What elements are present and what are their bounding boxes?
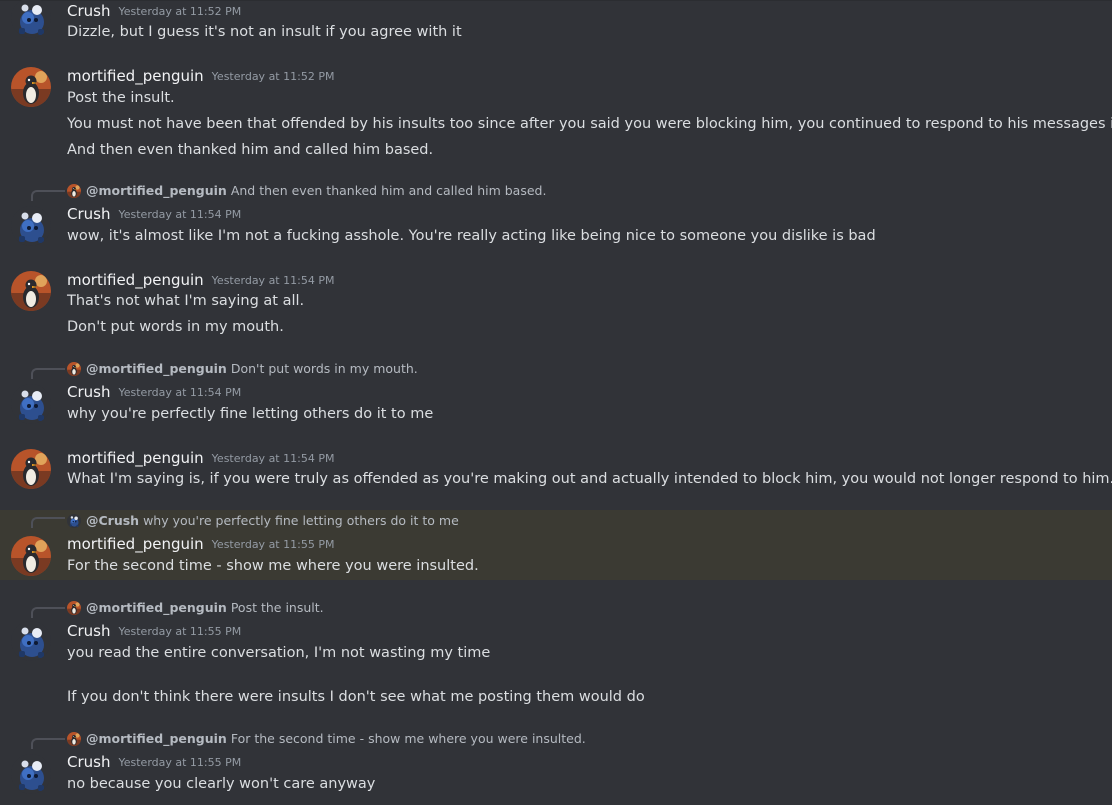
penguin-avatar[interactable] (11, 536, 51, 576)
author-name[interactable]: mortified_penguin (67, 271, 204, 289)
reply-author[interactable]: @mortified_penguin (86, 731, 227, 746)
message-text: That's not what I'm saying at all. (67, 293, 305, 309)
message-text: why you're perfectly fine letting others… (67, 406, 434, 422)
crush-avatar[interactable] (11, 0, 51, 38)
author-name[interactable]: Crush (67, 2, 110, 20)
message-text: And then even thanked him and called him… (67, 142, 434, 158)
chat-log: Crush Yesterday at 11:52 PM Dizzle, but … (0, 0, 1112, 805)
reply-avatar (67, 514, 81, 528)
timestamp: Yesterday at 11:55 PM (118, 756, 242, 769)
reply-avatar (67, 601, 81, 615)
author-name[interactable]: Crush (67, 622, 110, 640)
reply-spine (31, 607, 65, 618)
reply-spine (31, 368, 65, 379)
message[interactable]: @mortified_penguin And then even thanked… (0, 180, 1112, 250)
timestamp: Yesterday at 11:52 PM (211, 70, 335, 83)
reply-author[interactable]: @Crush (86, 513, 139, 528)
message-text: no because you clearly won't care anyway (67, 776, 376, 792)
crush-avatar[interactable] (11, 206, 51, 246)
author-name[interactable]: Crush (67, 383, 110, 401)
reply-text: For the second time - show me where you … (230, 731, 586, 746)
message-text: What I'm saying is, if you were truly as… (67, 471, 1112, 487)
reply-preview[interactable]: @mortified_penguin For the second time -… (67, 731, 586, 747)
crush-avatar[interactable] (11, 754, 51, 794)
message-text: wow, it's almost like I'm not a fucking … (67, 228, 876, 244)
reply-spine (31, 738, 65, 749)
timestamp: Yesterday at 11:55 PM (211, 538, 335, 551)
reply-spine (31, 190, 65, 201)
message-text: Post the insult. (67, 90, 175, 106)
message[interactable]: @mortified_penguin For the second time -… (0, 728, 1112, 805)
timestamp: Yesterday at 11:52 PM (118, 5, 242, 18)
reply-author[interactable]: @mortified_penguin (86, 600, 227, 615)
reply-preview[interactable]: @Crush why you're perfectly fine letting… (67, 513, 459, 529)
message[interactable]: mortified_penguin Yesterday at 11:54 PM … (0, 442, 1112, 502)
penguin-avatar[interactable] (11, 271, 51, 311)
message-text: Dizzle, but I guess it's not an insult i… (67, 24, 462, 40)
timestamp: Yesterday at 11:54 PM (118, 208, 242, 221)
message-highlighted[interactable]: @Crush why you're perfectly fine letting… (0, 510, 1112, 580)
crush-avatar[interactable] (11, 384, 51, 424)
reply-text: Post the insult. (230, 600, 324, 615)
reply-preview[interactable]: @mortified_penguin Don't put words in my… (67, 361, 418, 377)
message[interactable]: @mortified_penguin Don't put words in my… (0, 358, 1112, 428)
timestamp: Yesterday at 11:54 PM (211, 452, 335, 465)
author-name[interactable]: mortified_penguin (67, 67, 204, 85)
message-text: If you don't think there were insults I … (67, 689, 645, 705)
author-name[interactable]: Crush (67, 753, 110, 771)
message[interactable]: Crush Yesterday at 11:52 PM Dizzle, but … (0, 0, 1112, 50)
author-name[interactable]: mortified_penguin (67, 535, 204, 553)
crush-avatar[interactable] (11, 621, 51, 661)
message-text: You must not have been that offended by … (67, 116, 1112, 132)
message-text: For the second time - show me where you … (67, 558, 479, 574)
timestamp: Yesterday at 11:54 PM (211, 274, 335, 287)
message[interactable]: @mortified_penguin Post the insult. Crus… (0, 597, 1112, 717)
reply-author[interactable]: @mortified_penguin (86, 361, 227, 376)
reply-avatar (67, 184, 81, 198)
reply-avatar (67, 732, 81, 746)
message[interactable]: mortified_penguin Yesterday at 11:52 PM … (0, 60, 1112, 170)
author-name[interactable]: Crush (67, 205, 110, 223)
reply-preview[interactable]: @mortified_penguin And then even thanked… (67, 183, 546, 199)
reply-text: why you're perfectly fine letting others… (143, 513, 459, 528)
timestamp: Yesterday at 11:55 PM (118, 625, 242, 638)
reply-preview[interactable]: @mortified_penguin Post the insult. (67, 600, 324, 616)
penguin-avatar[interactable] (11, 67, 51, 107)
reply-avatar (67, 362, 81, 376)
penguin-avatar[interactable] (11, 449, 51, 489)
message-text: you read the entire conversation, I'm no… (67, 645, 491, 661)
reply-spine (31, 517, 65, 528)
message-text: Don't put words in my mouth. (67, 319, 284, 335)
reply-author[interactable]: @mortified_penguin (86, 183, 227, 198)
timestamp: Yesterday at 11:54 PM (118, 386, 242, 399)
reply-text: And then even thanked him and called him… (230, 183, 547, 198)
message[interactable]: mortified_penguin Yesterday at 11:54 PM … (0, 264, 1112, 344)
author-name[interactable]: mortified_penguin (67, 449, 204, 467)
reply-text: Don't put words in my mouth. (230, 361, 418, 376)
